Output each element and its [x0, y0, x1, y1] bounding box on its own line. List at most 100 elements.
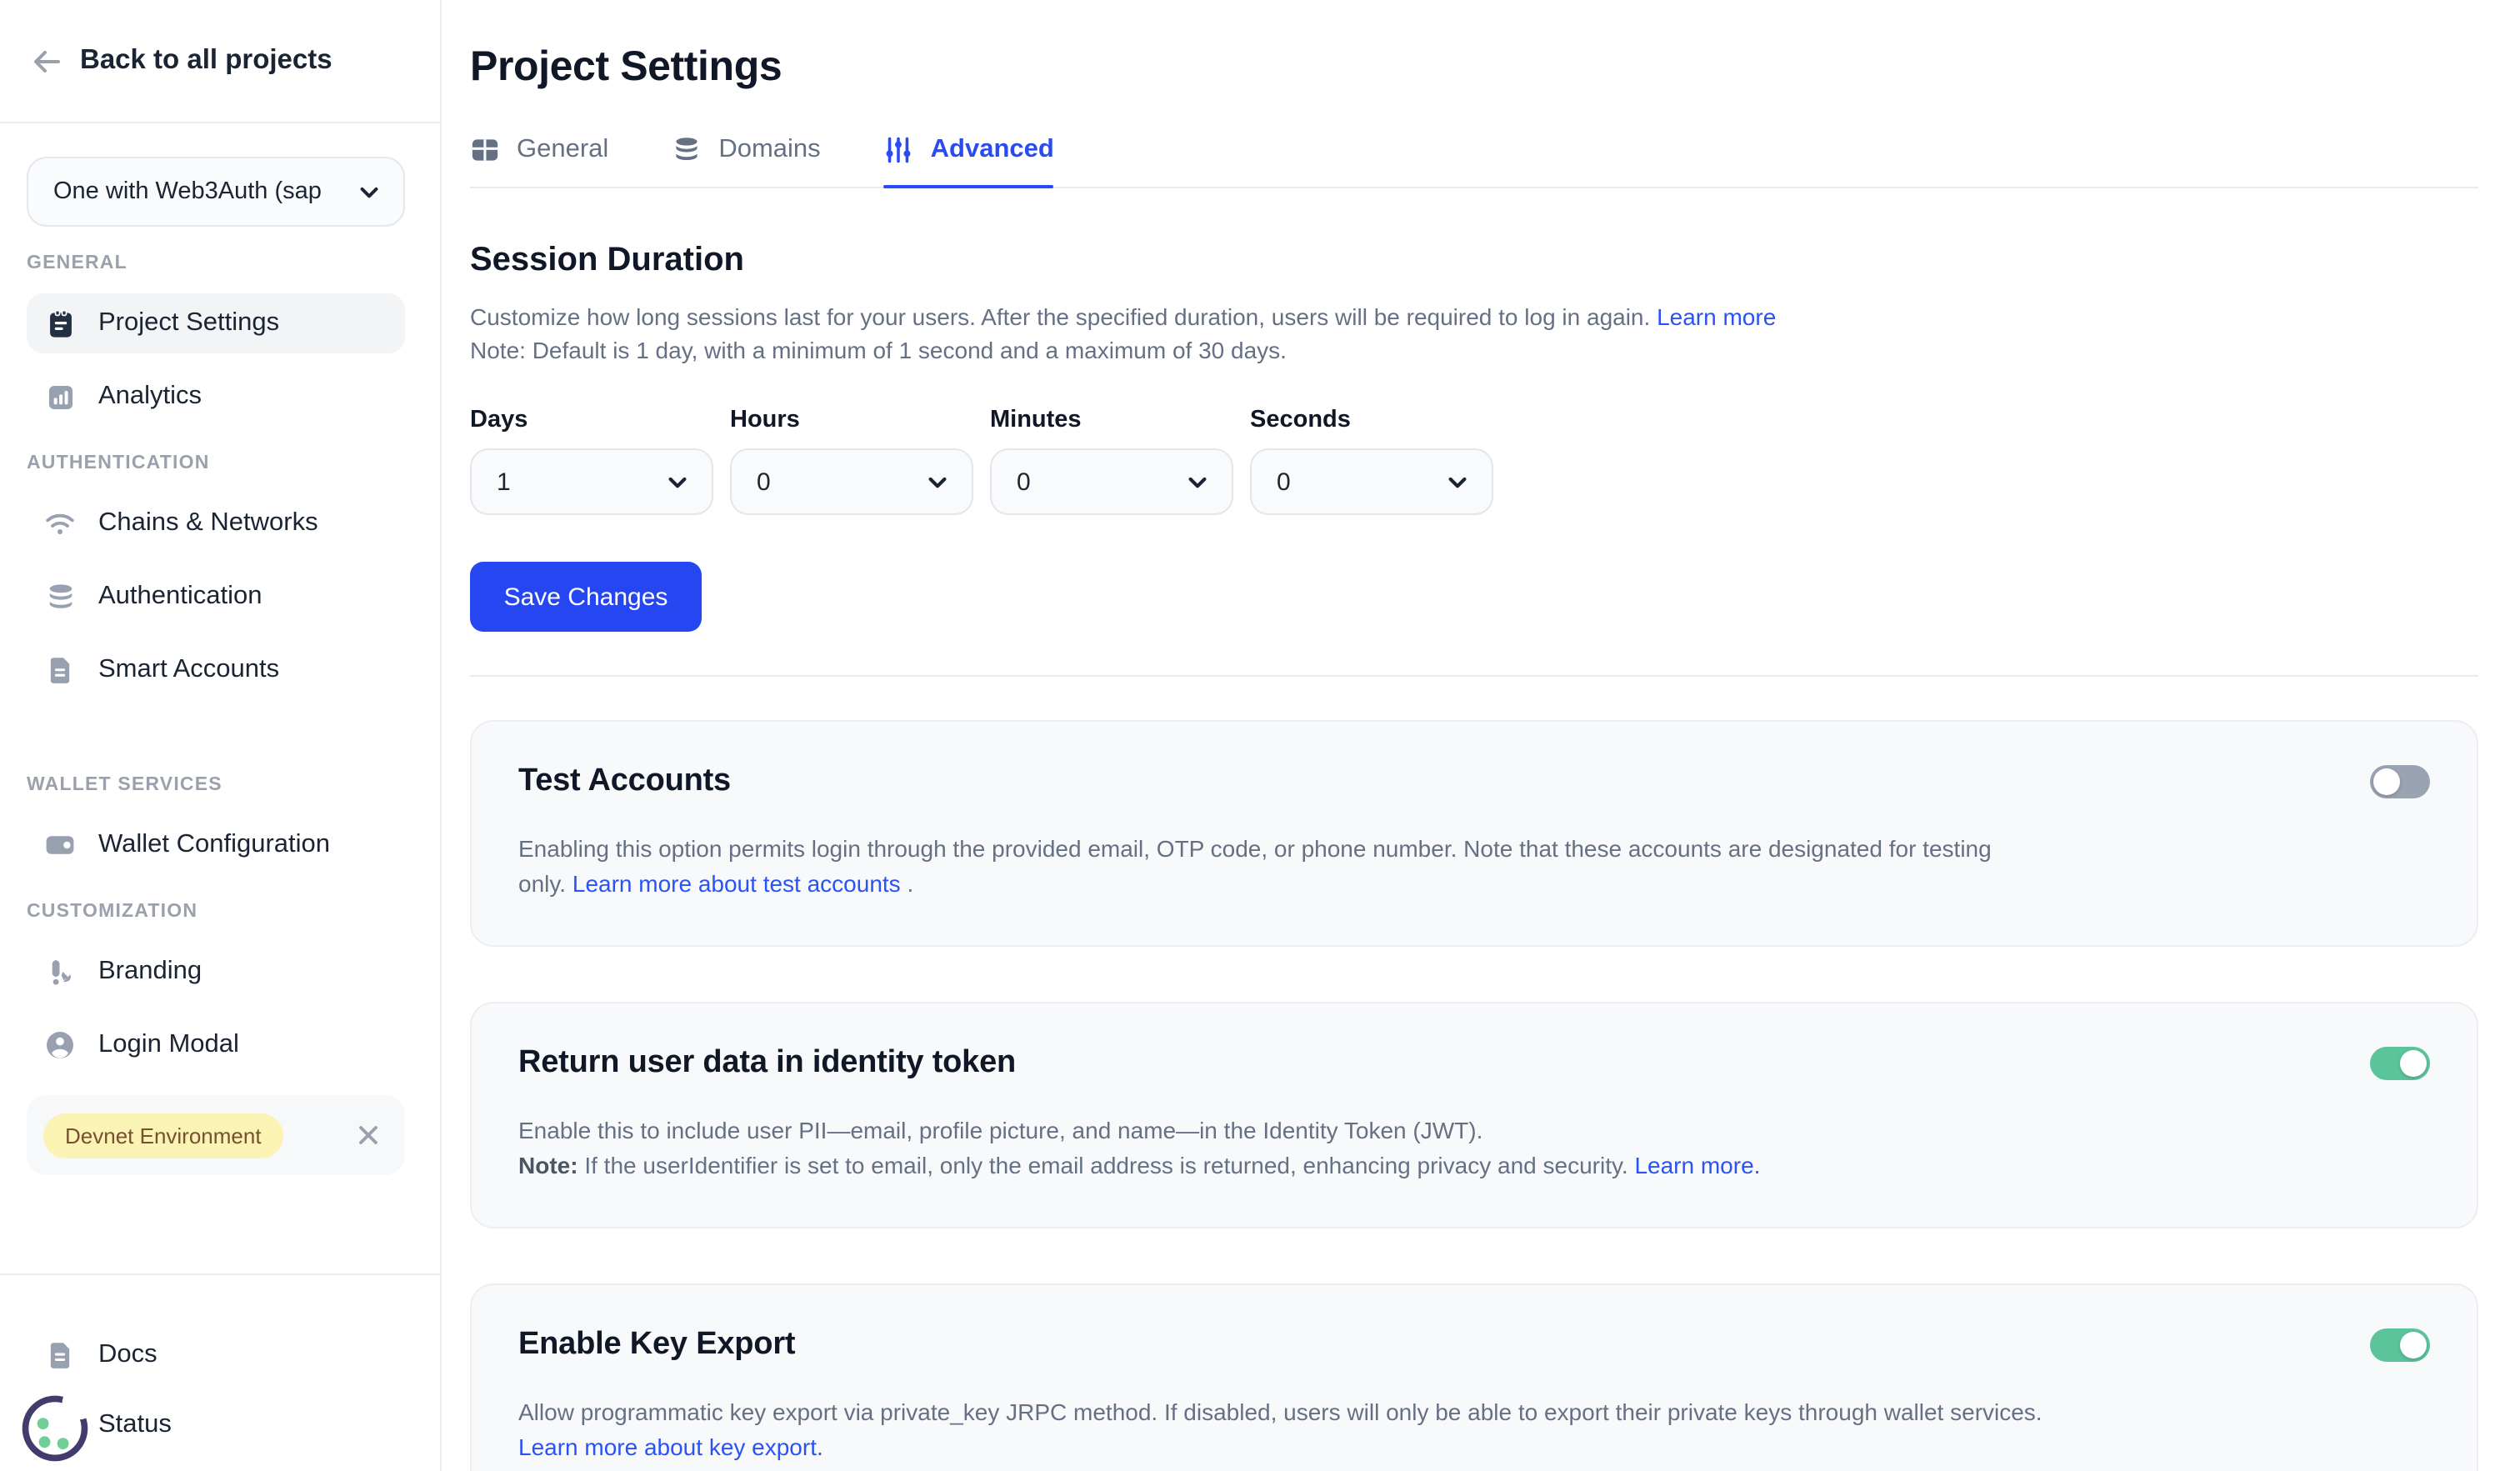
- sidebar-item-label: Login Modal: [98, 1030, 239, 1060]
- seconds-select[interactable]: 0: [1250, 448, 1493, 515]
- database-icon: [43, 580, 77, 613]
- bar-chart-icon: [43, 380, 77, 413]
- sidebar-item-authentication[interactable]: Authentication: [27, 567, 405, 627]
- card-description-text: only.: [518, 870, 572, 897]
- card-description: Enabling this option permits login throu…: [518, 832, 2235, 902]
- session-duration-description: Customize how long sessions last for you…: [470, 302, 2478, 367]
- card-title: Enable Key Export: [518, 1327, 2427, 1363]
- card-title: Test Accounts: [518, 763, 2427, 800]
- card-description-text: .: [901, 870, 914, 897]
- card-description-text: If the userIdentifier is set to email, o…: [578, 1152, 1635, 1178]
- cookie-consent-icon[interactable]: [17, 1388, 93, 1465]
- sidebar-item-docs[interactable]: Docs: [27, 1325, 405, 1385]
- card-description-text: Enable this to include user PII—email, p…: [518, 1113, 2235, 1148]
- duration-fields: Days 1 Hours 0 Minutes 0: [470, 407, 2478, 515]
- days-value: 1: [497, 468, 511, 496]
- clipboard-icon: [43, 307, 77, 340]
- main-content: Project Settings General Domains: [442, 0, 2520, 1471]
- minutes-label: Minutes: [990, 407, 1233, 433]
- toggle-knob: [2400, 1332, 2427, 1358]
- wifi-icon: [43, 507, 77, 540]
- key-export-toggle[interactable]: [2370, 1328, 2430, 1362]
- wallet-icon: [43, 828, 77, 862]
- days-select[interactable]: 1: [470, 448, 713, 515]
- section-label-authentication: AUTHENTICATION: [27, 453, 405, 473]
- sidebar-item-status[interactable]: Status: [27, 1395, 405, 1455]
- table-grid-icon: [470, 135, 500, 165]
- brush-icon: [43, 955, 77, 988]
- settings-cards: Test Accounts Enabling this option permi…: [470, 720, 2478, 1471]
- section-divider: [470, 675, 2478, 677]
- doc-icon: [43, 1338, 77, 1372]
- hours-label: Hours: [730, 407, 973, 433]
- note-label: Note:: [518, 1152, 578, 1178]
- sidebar-item-label: Smart Accounts: [98, 655, 279, 685]
- hours-field: Hours 0: [730, 407, 973, 515]
- identity-token-learn-more-link[interactable]: Learn more.: [1634, 1152, 1760, 1178]
- sliders-icon: [884, 135, 914, 165]
- tab-label: Domains: [718, 135, 820, 165]
- test-accounts-toggle[interactable]: [2370, 765, 2430, 798]
- page-title: Project Settings: [470, 43, 2478, 92]
- file-icon: [43, 653, 77, 687]
- chevron-down-icon: [665, 469, 690, 494]
- key-export-learn-more-link[interactable]: Learn more about key export.: [518, 1433, 823, 1460]
- app-window: Back to all projects One with Web3Auth (…: [0, 0, 2520, 1471]
- chevron-down-icon: [1185, 469, 1210, 494]
- tab-label: General: [517, 135, 608, 165]
- days-label: Days: [470, 407, 713, 433]
- section-label-customization: CUSTOMIZATION: [27, 902, 405, 922]
- sidebar-item-label: Authentication: [98, 582, 262, 612]
- environment-banner: Devnet Environment: [27, 1095, 405, 1175]
- chevron-down-icon: [357, 179, 382, 204]
- sidebar-item-project-settings[interactable]: Project Settings: [27, 293, 405, 353]
- minutes-value: 0: [1017, 468, 1031, 496]
- seconds-field: Seconds 0: [1250, 407, 1493, 515]
- sidebar-item-label: Status: [98, 1410, 172, 1440]
- section-label-general: GENERAL: [27, 253, 405, 273]
- key-export-card: Enable Key Export Allow programmatic key…: [470, 1283, 2478, 1471]
- sidebar-item-chains-networks[interactable]: Chains & Networks: [27, 493, 405, 553]
- sidebar-item-label: Chains & Networks: [98, 508, 318, 538]
- back-button[interactable]: Back to all projects: [0, 0, 440, 123]
- card-description-text: Enabling this option permits login throu…: [518, 835, 1992, 862]
- section-label-wallet-services: WALLET SERVICES: [27, 775, 405, 795]
- card-title: Return user data in identity token: [518, 1045, 2427, 1082]
- sidebar-item-label: Project Settings: [98, 308, 279, 338]
- sidebar-item-login-modal[interactable]: Login Modal: [27, 1015, 405, 1075]
- card-description: Allow programmatic key export via privat…: [518, 1395, 2235, 1465]
- minutes-select[interactable]: 0: [990, 448, 1233, 515]
- session-learn-more-link[interactable]: Learn more: [1657, 303, 1776, 330]
- user-circle-icon: [43, 1028, 77, 1062]
- back-arrow-icon: [28, 43, 65, 79]
- sidebar-item-analytics[interactable]: Analytics: [27, 367, 405, 427]
- session-note: Note: Default is 1 day, with a minimum o…: [470, 334, 2478, 367]
- sidebar-item-wallet-configuration[interactable]: Wallet Configuration: [27, 815, 405, 875]
- status-check-icon: [43, 1408, 77, 1442]
- days-field: Days 1: [470, 407, 713, 515]
- test-accounts-card: Test Accounts Enabling this option permi…: [470, 720, 2478, 947]
- close-icon[interactable]: [353, 1120, 383, 1150]
- tab-domains[interactable]: Domains: [672, 135, 820, 187]
- session-description-text: Customize how long sessions last for you…: [470, 303, 1650, 330]
- minutes-field: Minutes 0: [990, 407, 1233, 515]
- sidebar-item-label: Branding: [98, 957, 202, 987]
- save-changes-button[interactable]: Save Changes: [470, 562, 702, 632]
- project-selector[interactable]: One with Web3Auth (sap: [27, 157, 405, 227]
- sidebar-item-label: Docs: [98, 1340, 158, 1370]
- sidebar-footer: Docs Status: [0, 1273, 440, 1471]
- chevron-down-icon: [1445, 469, 1470, 494]
- card-description-text: Allow programmatic key export via privat…: [518, 1395, 2235, 1430]
- identity-token-toggle[interactable]: [2370, 1047, 2430, 1080]
- tab-label: Advanced: [931, 135, 1054, 165]
- toggle-knob: [2373, 768, 2400, 795]
- tab-advanced[interactable]: Advanced: [884, 135, 1054, 187]
- hours-value: 0: [757, 468, 771, 496]
- tab-general[interactable]: General: [470, 135, 608, 187]
- test-accounts-learn-more-link[interactable]: Learn more about test accounts: [572, 870, 901, 897]
- database-icon: [672, 135, 702, 165]
- hours-select[interactable]: 0: [730, 448, 973, 515]
- sidebar-item-smart-accounts[interactable]: Smart Accounts: [27, 640, 405, 700]
- sidebar-item-branding[interactable]: Branding: [27, 942, 405, 1002]
- toggle-knob: [2400, 1050, 2427, 1077]
